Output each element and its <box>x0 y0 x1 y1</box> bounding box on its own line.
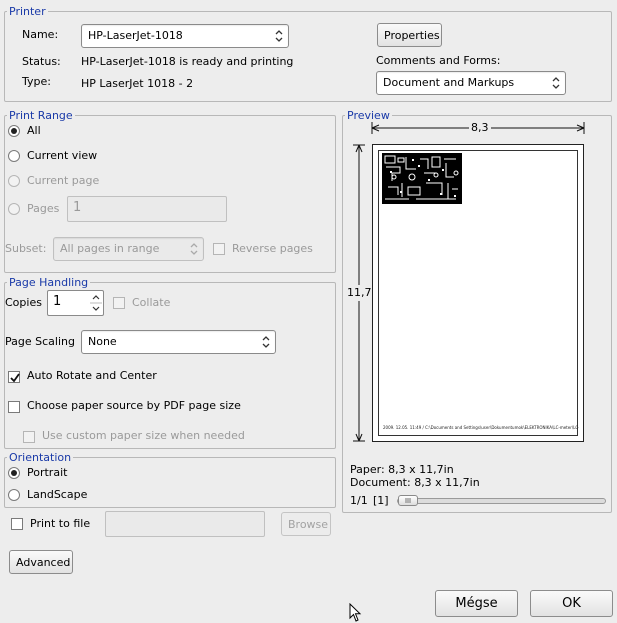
printer-name-value: HP-LaserJet-1018 <box>88 29 183 42</box>
orientation-title: Orientation <box>7 451 74 464</box>
pages-input-value: 1 <box>73 200 82 215</box>
updown-arrow-icon <box>262 336 270 348</box>
current-view-label: Current view <box>27 149 98 162</box>
page-slider-handle[interactable] <box>398 495 418 506</box>
updown-arrow-icon <box>190 243 198 255</box>
current-page-radio[interactable] <box>8 175 20 187</box>
paper-size-info: Paper: 8,3 x 11,7in <box>350 463 454 476</box>
type-value: HP LaserJet 1018 - 2 <box>81 77 194 90</box>
checkmark-icon <box>10 373 20 383</box>
cancel-button[interactable]: Mégse <box>435 590 518 617</box>
collate-checkbox[interactable] <box>113 297 125 309</box>
preview-width-label: 8,3 <box>469 121 491 135</box>
printer-name-label: Name: <box>22 28 59 41</box>
page-slider-track[interactable] <box>397 498 606 504</box>
status-label: Status: <box>22 55 61 68</box>
all-label: All <box>27 124 41 137</box>
page-scaling-label: Page Scaling <box>5 335 75 348</box>
browse-button[interactable]: Browse <box>281 512 331 536</box>
page-index: [1] <box>373 494 389 507</box>
custom-paper-size-checkbox[interactable] <box>23 431 35 443</box>
page-handling-title: Page Handling <box>7 276 91 289</box>
status-value: HP-LaserJet-1018 is ready and printing <box>81 55 294 68</box>
print-file-path-input[interactable] <box>105 511 265 537</box>
current-view-radio[interactable] <box>8 150 20 162</box>
properties-button[interactable]: Properties <box>377 23 442 47</box>
landscape-label: LandScape <box>27 488 88 501</box>
page-scaling-select[interactable]: None <box>81 330 276 354</box>
subset-value: All pages in range <box>60 242 160 255</box>
grip-icon <box>405 498 411 503</box>
copies-value: 1 <box>53 294 62 309</box>
print-range-title: Print Range <box>7 109 75 122</box>
pages-input[interactable]: 1 <box>67 196 227 222</box>
reverse-pages-checkbox[interactable] <box>213 243 225 255</box>
all-radio[interactable] <box>8 125 20 137</box>
pages-radio[interactable] <box>8 203 20 215</box>
type-label: Type: <box>22 75 51 88</box>
paper-source-label: Choose paper source by PDF page size <box>27 399 241 412</box>
mouse-cursor-icon <box>349 603 362 622</box>
ok-button[interactable]: OK <box>530 590 613 617</box>
subset-label: Subset: <box>5 242 47 255</box>
reverse-pages-label: Reverse pages <box>232 242 313 255</box>
advanced-button[interactable]: Advanced <box>9 550 73 574</box>
printer-group-title: Printer <box>7 5 48 18</box>
paper-source-checkbox[interactable] <box>8 401 20 413</box>
current-page-label: Current page <box>27 174 100 187</box>
comments-forms-select[interactable]: Document and Markups <box>376 71 566 95</box>
print-to-file-checkbox[interactable] <box>11 518 23 530</box>
updown-arrow-icon <box>275 30 283 42</box>
comments-forms-value: Document and Markups <box>383 76 515 89</box>
auto-rotate-label: Auto Rotate and Center <box>27 369 157 382</box>
pcb-layout-thumbnail <box>382 153 462 204</box>
preview-height-label: 11,7 <box>347 285 372 301</box>
comments-forms-label: Comments and Forms: <box>376 54 501 67</box>
spin-arrows-icon[interactable] <box>90 292 102 314</box>
page-counter: 1/1 <box>350 494 368 507</box>
custom-paper-size-label: Use custom paper size when needed <box>42 429 245 442</box>
portrait-label: Portrait <box>27 466 68 479</box>
page-scaling-value: None <box>88 335 117 348</box>
collate-label: Collate <box>132 296 171 309</box>
subset-select[interactable]: All pages in range <box>53 237 204 261</box>
updown-arrow-icon <box>552 77 560 89</box>
portrait-radio[interactable] <box>8 467 20 479</box>
copies-label: Copies <box>5 296 42 309</box>
printer-name-select[interactable]: HP-LaserJet-1018 <box>81 24 289 48</box>
copies-spinbox[interactable]: 1 <box>47 290 104 316</box>
auto-rotate-checkbox[interactable] <box>8 371 20 383</box>
print-to-file-label: Print to file <box>30 517 91 530</box>
pages-label: Pages <box>27 202 60 215</box>
preview-footer-text: 2009. 12.05. 11:49 / C:\Documents and Se… <box>383 425 579 430</box>
landscape-radio[interactable] <box>8 489 20 501</box>
document-size-info: Document: 8,3 x 11,7in <box>350 476 480 489</box>
